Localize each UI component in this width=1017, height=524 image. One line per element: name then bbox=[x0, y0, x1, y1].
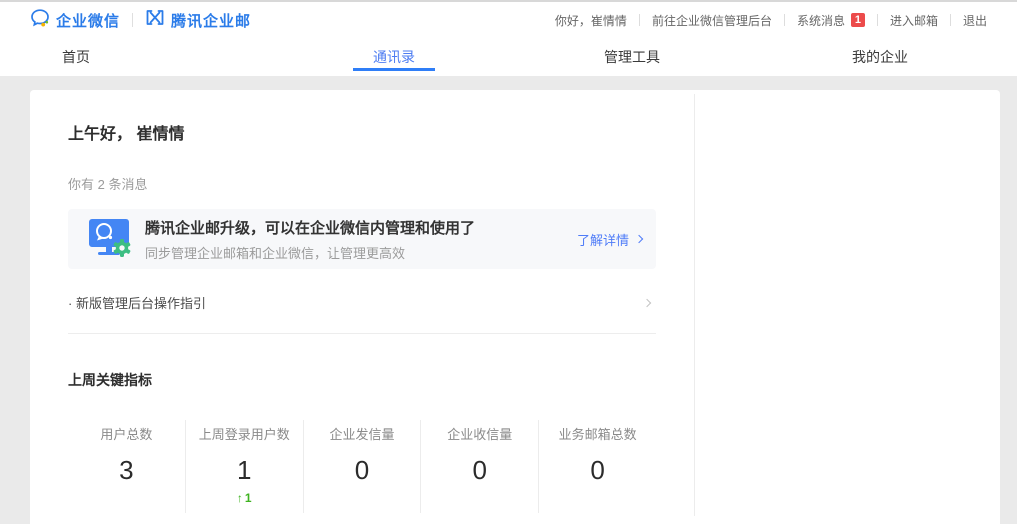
goto-wechat-work-admin-link[interactable]: 前往企业微信管理后台 bbox=[652, 12, 772, 29]
stat-delta-value: 1 bbox=[245, 491, 252, 505]
stat-label: 上周登录用户数 bbox=[186, 424, 303, 443]
main-card: 上午好， 崔情情 你有 2 条消息 bbox=[30, 90, 1000, 524]
stat-value: 3 bbox=[68, 455, 185, 486]
stat-mails-received: 企业收信量 0 bbox=[420, 420, 538, 513]
exmail-logo-icon bbox=[145, 9, 165, 31]
top-separator bbox=[950, 14, 951, 26]
active-tab-underline bbox=[353, 68, 435, 71]
key-metrics-row: 用户总数 3 上周登录用户数 1 1 企业发信量 0 企业收信量 0 bbox=[68, 420, 656, 513]
system-messages-badge: 1 bbox=[851, 13, 865, 27]
system-messages-label: 系统消息 bbox=[797, 12, 845, 29]
page-greeting: 上午好， 崔情情 bbox=[68, 120, 656, 144]
stat-value: 0 bbox=[539, 455, 656, 486]
card-main-pane: 上午好， 崔情情 你有 2 条消息 bbox=[30, 90, 694, 524]
tab-admin-tools[interactable]: 管理工具 bbox=[604, 38, 660, 76]
learn-more-link[interactable]: 了解详情 bbox=[577, 230, 642, 249]
stat-total-users: 用户总数 3 bbox=[68, 420, 185, 513]
system-messages-link[interactable]: 系统消息 1 bbox=[797, 12, 865, 29]
logo-separator bbox=[132, 13, 133, 27]
chevron-right-icon bbox=[635, 235, 643, 243]
stat-mails-sent: 企业发信量 0 bbox=[303, 420, 421, 513]
exmail-logo-text: 腾讯企业邮 bbox=[171, 10, 251, 31]
stat-label: 企业发信量 bbox=[304, 424, 421, 443]
messages-count-note: 你有 2 条消息 bbox=[68, 174, 656, 193]
user-greeting: 你好，崔情情 bbox=[555, 12, 627, 29]
tab-contacts-label: 通讯录 bbox=[373, 47, 415, 67]
nav-bar: 首页 通讯录 管理工具 我的企业 bbox=[0, 38, 1017, 76]
stat-delta: 1 bbox=[186, 491, 303, 505]
enter-mailbox-link[interactable]: 进入邮箱 bbox=[890, 12, 938, 29]
stat-label: 业务邮箱总数 bbox=[539, 424, 656, 443]
top-separator bbox=[784, 14, 785, 26]
stat-label: 用户总数 bbox=[68, 424, 185, 443]
stat-business-mailboxes: 业务邮箱总数 0 bbox=[538, 420, 656, 513]
tab-contacts[interactable]: 通讯录 bbox=[373, 38, 415, 76]
top-separator bbox=[639, 14, 640, 26]
top-separator bbox=[877, 14, 878, 26]
stat-value: 0 bbox=[421, 455, 538, 486]
exmail-logo[interactable]: 腾讯企业邮 bbox=[145, 9, 251, 31]
stat-weekly-login-users: 上周登录用户数 1 1 bbox=[185, 420, 303, 513]
wechat-work-logo-text: 企业微信 bbox=[56, 10, 120, 31]
upgrade-banner: 腾讯企业邮升级，可以在企业微信内管理和使用了 同步管理企业邮箱和企业微信，让管理… bbox=[68, 209, 656, 269]
top-bar-links: 你好，崔情情 前往企业微信管理后台 系统消息 1 进入邮箱 退出 bbox=[555, 12, 987, 29]
learn-more-label: 了解详情 bbox=[577, 230, 629, 249]
upgrade-banner-subtitle: 同步管理企业邮箱和企业微信，让管理更高效 bbox=[145, 243, 577, 262]
card-right-pane bbox=[694, 94, 1000, 516]
admin-guide-link-row[interactable]: · 新版管理后台操作指引 bbox=[68, 269, 656, 334]
stat-label: 企业收信量 bbox=[421, 424, 538, 443]
admin-guide-label: · 新版管理后台操作指引 bbox=[68, 293, 206, 312]
stat-value: 1 bbox=[186, 455, 303, 486]
chevron-right-icon bbox=[643, 298, 651, 306]
tab-my-company[interactable]: 我的企业 bbox=[852, 38, 908, 76]
content-area: 上午好， 崔情情 你有 2 条消息 bbox=[0, 76, 1017, 524]
top-bar: 企业微信 腾讯企业邮 你好，崔情情 前往企业微信管理后台 系统消息 1 bbox=[0, 0, 1017, 38]
up-arrow-icon bbox=[237, 491, 245, 505]
wechat-work-logo-icon bbox=[30, 8, 50, 33]
tab-home[interactable]: 首页 bbox=[62, 38, 90, 76]
upgrade-banner-text: 腾讯企业邮升级，可以在企业微信内管理和使用了 同步管理企业邮箱和企业微信，让管理… bbox=[145, 217, 577, 262]
key-metrics-title: 上周关键指标 bbox=[68, 370, 656, 390]
logout-link[interactable]: 退出 bbox=[963, 12, 987, 29]
upgrade-banner-title: 腾讯企业邮升级，可以在企业微信内管理和使用了 bbox=[145, 217, 577, 238]
upgrade-banner-icon bbox=[85, 217, 135, 261]
logo-area: 企业微信 腾讯企业邮 bbox=[30, 8, 251, 33]
wechat-work-logo[interactable]: 企业微信 bbox=[30, 8, 120, 33]
stat-value: 0 bbox=[304, 455, 421, 486]
